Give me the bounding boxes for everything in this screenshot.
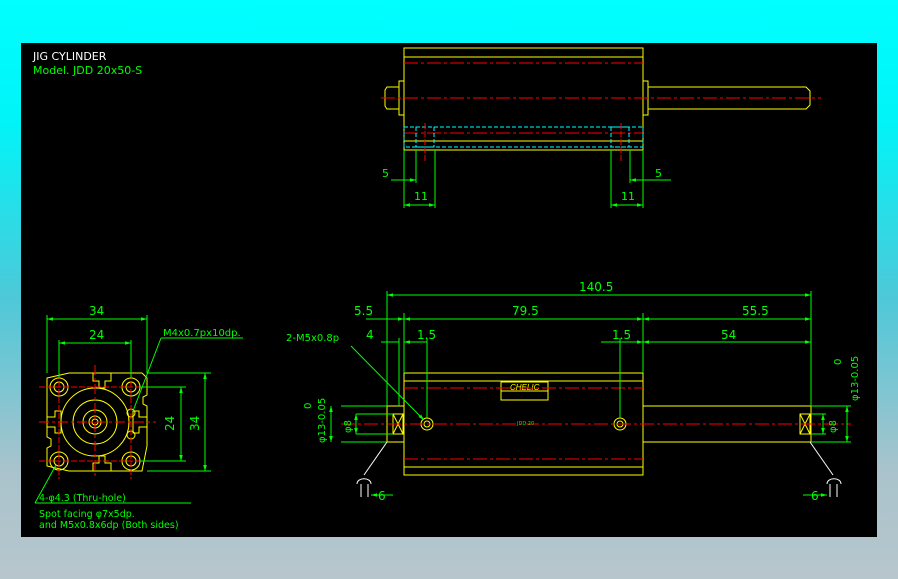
dim-1-5-left: 1.5 [417,328,436,342]
end-top-slot [92,373,112,389]
dim-d13-left-zero: 0 [303,403,314,409]
note-spot-facing-2: and M5x0.8x6dp (Both sides) [39,520,179,531]
leader-flat-left [363,441,388,476]
dim-24-side: 24 [163,416,177,431]
dim-24-top: 24 [89,328,104,342]
note-spot-facing: Spot facing φ7x5dp. [39,509,135,520]
dim-11-left: 11 [414,190,428,203]
dim-5-left: 5 [382,167,389,180]
drawing-canvas: JIG CYLINDER Model. JDD 20x50-S 5 11 5 1… [21,43,877,537]
top-hidden-hole-right [610,126,630,148]
dim-4: 4 [366,328,374,342]
dim-d13-right-zero: 0 [833,359,844,365]
side-view: CHELIC JDD 20 140.5 5.5 79.5 55.5 4 1.5 … [286,280,861,503]
dim-d8-left: φ8 [343,420,354,433]
dim-55-5: 55.5 [742,304,769,318]
dim-5-5: 5.5 [354,304,373,318]
dim-6-right: 6 [811,489,819,503]
end-view: 34 24 24 34 M4x0.7px10dp. 4-φ4.3 (Thru-h… [34,304,243,531]
dim-1-5-right: 1.5 [612,328,631,342]
cad-drawing: JIG CYLINDER Model. JDD 20x50-S 5 11 5 1… [32,47,861,531]
end-bottom-slot [92,455,112,471]
model-number: Model. JDD 20x50-S [33,64,142,77]
drawing-title: JIG CYLINDER [32,50,107,63]
dim-54: 54 [721,328,736,342]
note-ports: 2-M5x0.8p [286,333,339,344]
dim-overall: 140.5 [579,280,613,294]
dim-d13-right: φ13-0.05 [850,356,861,401]
top-hidden-slot [403,126,644,148]
dim-6-left: 6 [378,489,386,503]
note-m4-thread: M4x0.7px10dp. [163,328,241,339]
leader-flat-right [809,441,834,476]
dim-d8-right: φ8 [828,420,839,433]
dim-34-side: 34 [188,416,202,431]
dim-5-right: 5 [655,167,662,180]
dim-79-5: 79.5 [512,304,539,318]
dim-34-top: 34 [89,304,104,318]
flat-symbol-left [356,478,372,485]
dim-11-right: 11 [621,190,635,203]
note-thru-hole: 4-φ4.3 (Thru-hole) [39,493,126,504]
dim-d13-left: φ13-0.05 [317,398,328,443]
flat-symbol-right [826,478,842,485]
top-view: 5 11 5 11 [381,47,821,208]
